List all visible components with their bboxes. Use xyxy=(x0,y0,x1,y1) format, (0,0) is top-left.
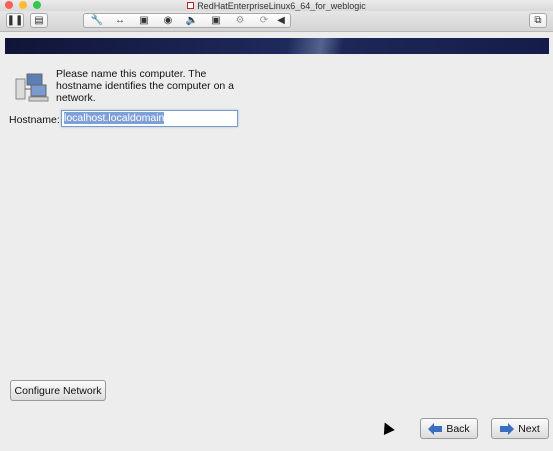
left-arrow-icon[interactable]: ◀ xyxy=(274,14,288,27)
sound-icon[interactable]: 🔈 xyxy=(182,14,202,27)
window-title: RedHatEnterpriseLinux6_64_for_weblogic xyxy=(0,0,553,11)
hostname-input[interactable]: localhost.localdomain xyxy=(61,110,238,127)
snapshot-icon: ▤ xyxy=(34,15,44,26)
network-arrows-icon[interactable]: ↔ xyxy=(110,14,130,27)
device-toolbar-group: 🔧 ↔ ▣ ◉ 🔈 ▣ ⚙ ⟳ ◀ xyxy=(83,13,291,28)
next-arrow-icon xyxy=(500,422,515,435)
vm-toolbar: ❚❚ ▤ 🔧 ↔ ▣ ◉ 🔈 ▣ ⚙ ⟳ ◀ ⧉ xyxy=(0,11,553,32)
hostname-label: Hostname: xyxy=(9,114,60,126)
pause-icon: ❚❚ xyxy=(6,15,24,26)
installer-screen: Please name this computer. The hostname … xyxy=(0,32,553,451)
cd-dvd-icon[interactable]: ◉ xyxy=(158,14,178,27)
installer-banner xyxy=(5,38,549,54)
usb-icon[interactable]: ⚙ xyxy=(230,14,250,27)
window-title-text: RedHatEnterpriseLinux6_64_for_weblogic xyxy=(197,0,366,11)
next-button[interactable]: Next xyxy=(491,418,549,439)
camera-icon[interactable]: ▣ xyxy=(206,14,226,27)
window-titlebar: RedHatEnterpriseLinux6_64_for_weblogic xyxy=(0,0,553,11)
sharing-icon[interactable]: ⟳ xyxy=(254,14,274,27)
snapshot-button[interactable]: ▤ xyxy=(30,13,48,28)
fullscreen-icon: ⧉ xyxy=(534,15,542,26)
hostname-value: localhost.localdomain xyxy=(64,112,165,124)
settings-icon[interactable]: 🔧 xyxy=(87,14,107,27)
configure-network-label: Configure Network xyxy=(14,384,102,397)
back-arrow-icon xyxy=(428,422,443,435)
hard-disk-icon[interactable]: ▣ xyxy=(134,14,154,27)
back-label: Back xyxy=(446,422,470,435)
fullscreen-button[interactable]: ⧉ xyxy=(529,13,547,28)
pause-button[interactable]: ❚❚ xyxy=(6,13,24,28)
vm-icon xyxy=(187,2,195,9)
network-computers-icon xyxy=(15,73,49,102)
next-label: Next xyxy=(518,422,540,435)
back-button[interactable]: Back xyxy=(420,418,478,439)
configure-network-button[interactable]: Configure Network xyxy=(10,380,106,401)
instruction-text: Please name this computer. The hostname … xyxy=(56,68,235,104)
